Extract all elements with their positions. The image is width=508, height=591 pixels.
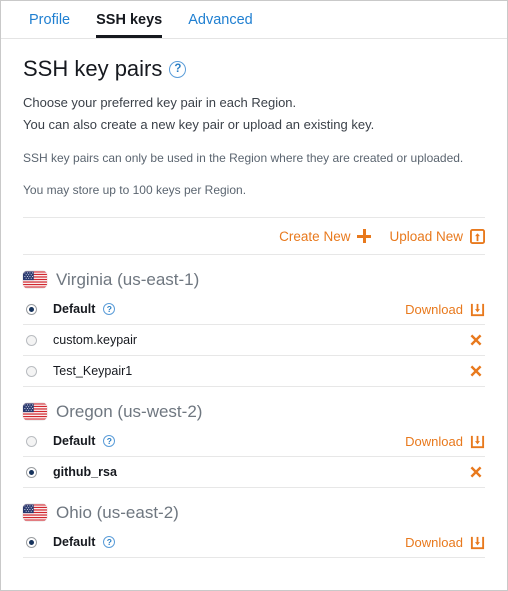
close-x-icon[interactable] — [469, 333, 483, 347]
question-circle-icon[interactable]: ? — [103, 536, 116, 549]
us-flag-icon — [23, 403, 47, 421]
key-row: Default ? Download — [23, 426, 485, 458]
key-row: Default ? Download — [23, 294, 485, 326]
create-new-label: Create New — [279, 228, 351, 244]
region-header: Ohio (us-east-2) — [23, 504, 485, 521]
key-radio[interactable] — [26, 435, 37, 447]
key-actions: Download — [405, 302, 485, 317]
download-label: Download — [405, 534, 463, 550]
upload-new-label: Upload New — [389, 228, 463, 244]
create-new-button[interactable]: Create New — [279, 228, 372, 244]
key-radio[interactable] — [26, 365, 37, 377]
question-circle-icon[interactable]: ? — [103, 303, 116, 316]
region-oregon: Oregon (us-west-2) Default ? Download gi… — [23, 403, 485, 489]
region-header: Oregon (us-west-2) — [23, 403, 485, 420]
page-title-text: SSH key pairs — [23, 56, 163, 81]
region-name: Oregon (us-west-2) — [56, 402, 203, 422]
question-circle-icon[interactable]: ? — [169, 60, 187, 78]
region-ohio: Ohio (us-east-2) Default ? Download — [23, 504, 485, 559]
tab-advanced[interactable]: Advanced — [188, 12, 253, 39]
download-label: Download — [405, 301, 463, 317]
tab-ssh-keys[interactable]: SSH keys — [96, 12, 163, 38]
key-name: Default — [53, 535, 96, 550]
region-name: Virginia (us-east-1) — [56, 270, 200, 290]
regions-list: Virginia (us-east-1) Default ? Download — [23, 271, 485, 559]
key-actions — [469, 465, 485, 479]
download-button[interactable]: Download — [405, 535, 485, 550]
key-radio[interactable] — [26, 536, 37, 548]
key-name: custom.keypair — [53, 333, 138, 348]
key-name: Test_Keypair1 — [53, 364, 133, 379]
note-region-restriction: SSH key pairs can only be used in the Re… — [23, 151, 464, 166]
key-radio[interactable] — [26, 334, 37, 346]
key-select-target[interactable]: Test_Keypair1 — [23, 365, 469, 378]
key-actions: Download — [405, 434, 485, 449]
plus-icon — [357, 229, 372, 244]
lead-line-1: Choose your preferred key pair in each R… — [23, 95, 297, 111]
key-actions — [469, 333, 485, 347]
key-actions — [469, 364, 485, 378]
ssh-keys-page: Profile SSH keys Advanced SSH key pairs … — [0, 0, 508, 591]
note-key-limit: You may store up to 100 keys per Region. — [23, 183, 247, 198]
close-x-icon[interactable] — [469, 364, 483, 378]
key-select-target[interactable]: github_rsa — [23, 466, 469, 479]
close-x-icon[interactable] — [469, 465, 483, 479]
question-circle-icon[interactable]: ? — [103, 435, 116, 448]
download-button[interactable]: Download — [405, 434, 485, 449]
us-flag-icon — [23, 271, 47, 289]
key-radio[interactable] — [26, 466, 37, 478]
key-row: Test_Keypair1 — [23, 356, 485, 388]
download-box-icon — [470, 303, 485, 317]
page-title: SSH key pairs ? — [23, 56, 485, 81]
upload-box-icon — [470, 228, 485, 244]
key-name: Default — [53, 434, 96, 449]
tab-profile[interactable]: Profile — [29, 12, 70, 39]
key-row: custom.keypair — [23, 325, 485, 357]
key-select-target[interactable]: Default ? — [23, 435, 405, 448]
key-row: Default ? Download — [23, 527, 485, 559]
key-actions: Download — [405, 535, 485, 550]
upload-new-button[interactable]: Upload New — [389, 228, 485, 244]
key-row: github_rsa — [23, 457, 485, 489]
key-name: github_rsa — [53, 465, 117, 480]
key-select-target[interactable]: Default ? — [23, 536, 405, 549]
key-actions-row: Create New Upload New — [23, 218, 485, 256]
key-name: Default — [53, 302, 96, 317]
region-header: Virginia (us-east-1) — [23, 271, 485, 288]
download-box-icon — [470, 435, 485, 449]
region-name: Ohio (us-east-2) — [56, 503, 179, 523]
tab-bar: Profile SSH keys Advanced — [1, 1, 507, 39]
page-content: SSH key pairs ? Choose your preferred ke… — [1, 56, 507, 559]
key-radio[interactable] — [26, 303, 37, 315]
download-box-icon — [470, 536, 485, 550]
key-select-target[interactable]: Default ? — [23, 303, 405, 316]
us-flag-icon — [23, 504, 47, 522]
download-button[interactable]: Download — [405, 302, 485, 317]
region-virginia: Virginia (us-east-1) Default ? Download — [23, 271, 485, 388]
lead-line-2: You can also create a new key pair or up… — [23, 117, 375, 133]
key-select-target[interactable]: custom.keypair — [23, 334, 469, 347]
download-label: Download — [405, 433, 463, 449]
